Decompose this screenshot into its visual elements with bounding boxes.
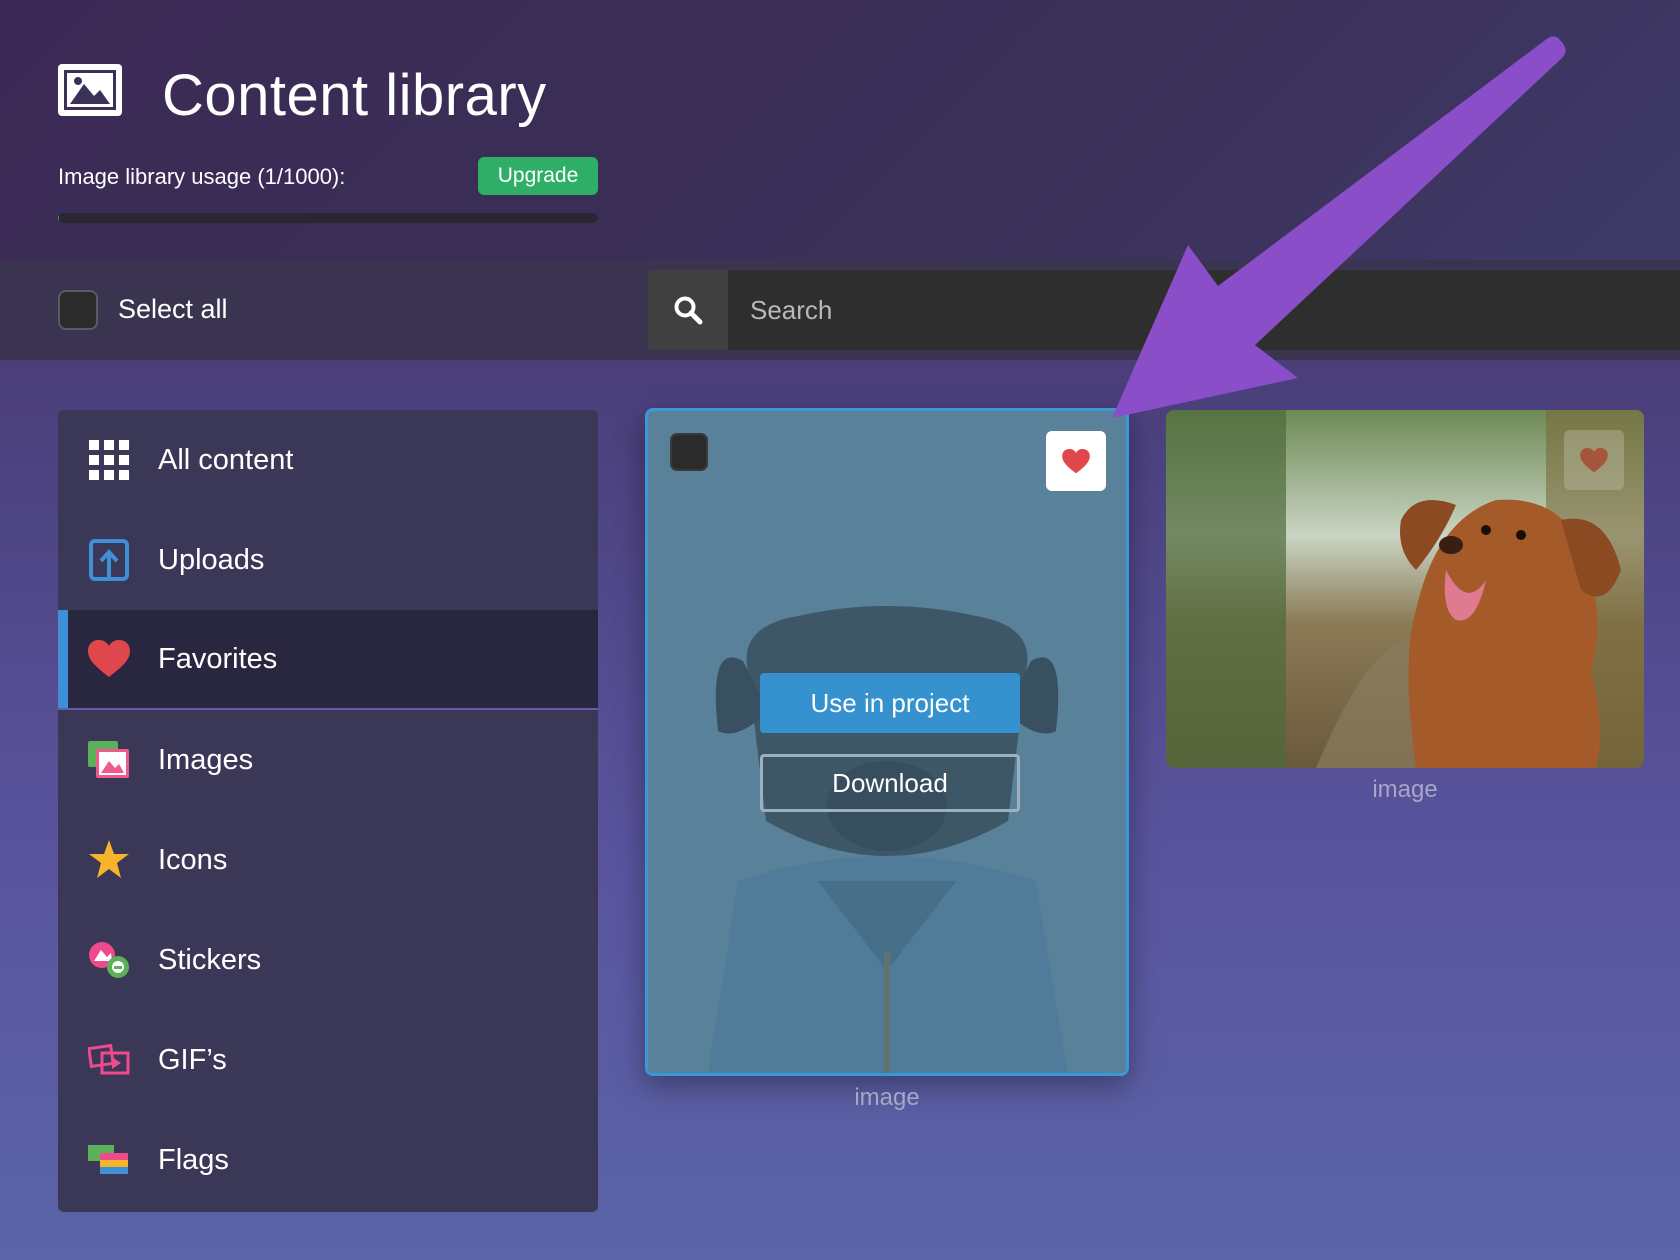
annotation-arrow	[1112, 36, 1566, 419]
